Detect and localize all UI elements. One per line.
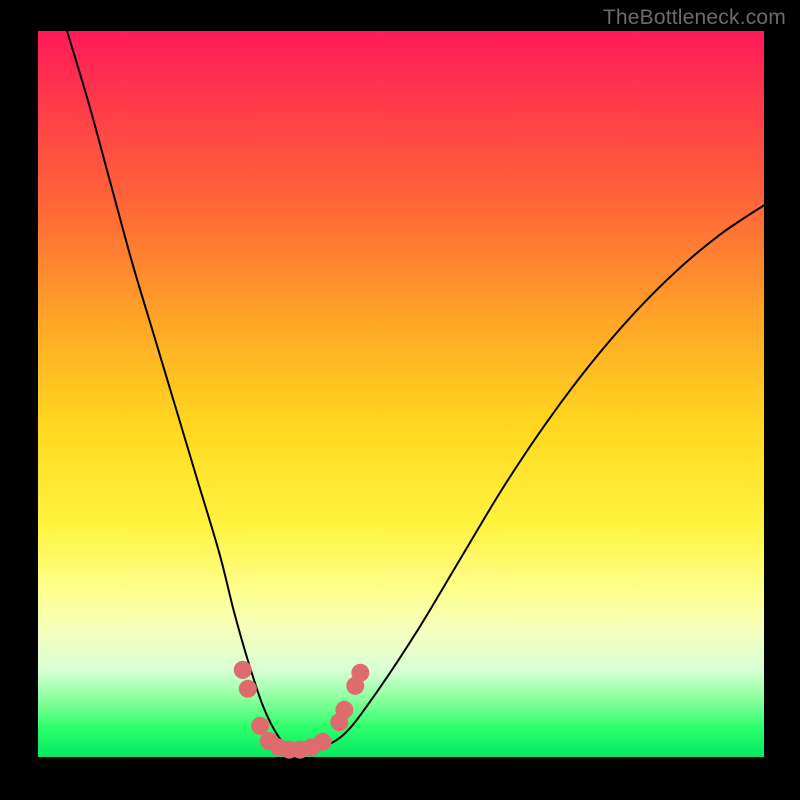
chart-frame: TheBottleneck.com — [0, 0, 800, 800]
curve-layer — [38, 31, 764, 757]
watermark-text: TheBottleneck.com — [603, 6, 786, 30]
bottleneck-curve — [67, 31, 764, 752]
marker-cluster — [234, 661, 370, 759]
data-marker — [234, 661, 252, 679]
data-marker — [335, 701, 353, 719]
data-marker — [251, 717, 269, 735]
data-marker — [314, 733, 332, 751]
plot-area — [38, 31, 764, 757]
data-marker — [351, 664, 369, 682]
data-marker — [239, 680, 257, 698]
